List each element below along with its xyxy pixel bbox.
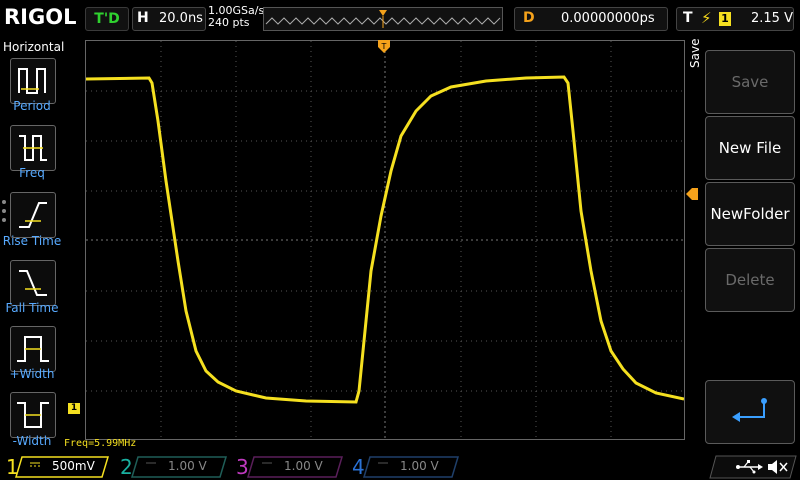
positive-width-button[interactable] <box>10 326 56 372</box>
new-folder-button[interactable]: NewFolder <box>705 182 795 246</box>
trigger-label: T <box>683 10 693 26</box>
trigger-source: 1 <box>719 12 731 26</box>
trigger-time-marker-icon: T <box>378 40 390 53</box>
trigger-level: 2.15 V <box>751 11 793 26</box>
memory-depth: 240 pts <box>208 16 250 29</box>
delete-button[interactable]: Delete <box>705 248 795 312</box>
freq-label: Freq <box>19 166 45 180</box>
enter-icon <box>732 398 767 422</box>
waveform-overview-icon <box>265 10 501 28</box>
channel-1-box[interactable]: 1 500mV <box>0 456 110 478</box>
negative-width-label: -Width <box>12 434 52 448</box>
new-folder-label: NewFolder <box>710 205 790 223</box>
timebase-value: 20.0ns <box>159 11 203 26</box>
right-menu-title: Save <box>688 38 702 68</box>
brand-logo: RIGOL <box>4 5 77 29</box>
channel-3-box[interactable]: 3 1.00 V <box>232 456 344 478</box>
delay-box[interactable]: D 0.00000000ps <box>514 7 668 31</box>
positive-width-icon <box>17 336 49 362</box>
horizontal-label: H <box>137 10 149 26</box>
left-menu-title: Horizontal <box>3 40 65 54</box>
rising-edge-icon: ⚡ <box>701 9 712 27</box>
period-label: Period <box>13 99 51 113</box>
fall-time-label: Fall Time <box>5 301 59 315</box>
negative-width-button[interactable] <box>10 392 56 438</box>
horizontal-timebase-box[interactable]: H 20.0ns <box>132 7 206 31</box>
channel-3-number: 3 <box>236 455 249 479</box>
channel-1-offset-marker[interactable]: 1 <box>68 403 80 414</box>
channel-2-scale: 1.00 V <box>168 459 207 473</box>
trigger-position-strip[interactable] <box>263 7 503 31</box>
trigger-level-marker-icon <box>686 188 698 200</box>
fall-time-icon <box>19 270 47 296</box>
rise-time-label: Rise Time <box>2 234 62 248</box>
freq-icon <box>19 135 47 161</box>
trigger-position-icon <box>379 10 387 16</box>
new-file-label: New File <box>718 139 782 157</box>
save-label: Save <box>731 73 769 91</box>
period-button[interactable] <box>10 58 56 104</box>
delete-label: Delete <box>725 271 775 289</box>
channel-4-scale: 1.00 V <box>400 459 439 473</box>
enter-button[interactable] <box>705 380 795 444</box>
rise-time-icon <box>19 202 47 228</box>
rise-time-button[interactable] <box>10 192 56 238</box>
delay-value: 0.00000000ps <box>561 11 655 26</box>
trigger-box[interactable]: T ⚡ 1 2.15 V <box>676 7 794 31</box>
waveform-grid <box>86 41 684 439</box>
channel-2-number: 2 <box>120 455 133 479</box>
svg-text:T: T <box>381 42 387 51</box>
period-icon <box>18 68 46 94</box>
save-button[interactable]: Save <box>705 50 795 114</box>
channel-1-scale: 500mV <box>52 459 95 473</box>
run-status-badge[interactable]: T'D <box>85 7 129 31</box>
channel-4-number: 4 <box>352 455 365 479</box>
freq-button[interactable] <box>10 125 56 171</box>
frequency-readout: Freq=5.99MHz <box>64 438 137 449</box>
system-status-area <box>709 455 797 479</box>
channel-1-trace <box>86 75 684 404</box>
waveform-display[interactable] <box>85 40 685 440</box>
negative-width-icon <box>17 402 49 428</box>
fall-time-button[interactable] <box>10 260 56 306</box>
channel-3-scale: 1.00 V <box>284 459 323 473</box>
delay-label: D <box>523 10 535 26</box>
sample-rate-info: 1.00GSa/s 240 pts <box>208 5 264 29</box>
positive-width-label: +Width <box>9 367 55 381</box>
channel-1-number: 1 <box>6 455 19 479</box>
channel-4-box[interactable]: 4 1.00 V <box>348 456 460 478</box>
channel-2-box[interactable]: 2 1.00 V <box>116 456 228 478</box>
new-file-button[interactable]: New File <box>705 116 795 180</box>
page-indicator <box>2 200 6 227</box>
